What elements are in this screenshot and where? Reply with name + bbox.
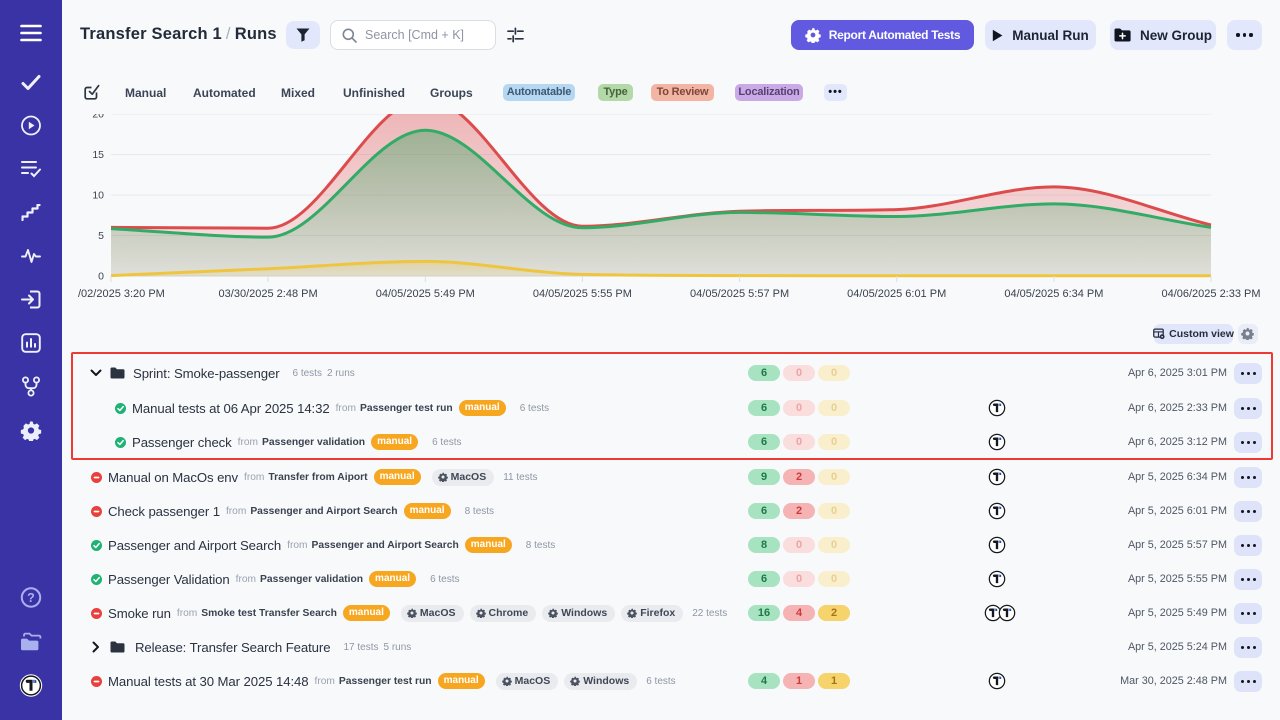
svg-text:04/05/2025 6:34 PM: 04/05/2025 6:34 PM xyxy=(1004,288,1103,300)
svg-text:04/06/2025 2:33 PM: 04/06/2025 2:33 PM xyxy=(1161,288,1260,300)
svg-text:15: 15 xyxy=(92,149,104,161)
svg-text:/02/2025 3:20 PM: /02/2025 3:20 PM xyxy=(78,288,165,300)
svg-text:04/05/2025 5:57 PM: 04/05/2025 5:57 PM xyxy=(690,288,789,300)
svg-text:5: 5 xyxy=(98,230,104,242)
svg-text:0: 0 xyxy=(98,271,104,283)
svg-text:10: 10 xyxy=(92,190,104,202)
svg-text:04/05/2025 6:01 PM: 04/05/2025 6:01 PM xyxy=(847,288,946,300)
svg-text:?: ? xyxy=(27,591,35,605)
svg-text:03/30/2025 2:48 PM: 03/30/2025 2:48 PM xyxy=(219,288,318,300)
svg-text:04/05/2025 5:55 PM: 04/05/2025 5:55 PM xyxy=(533,288,632,300)
svg-text:04/05/2025 5:49 PM: 04/05/2025 5:49 PM xyxy=(376,288,475,300)
